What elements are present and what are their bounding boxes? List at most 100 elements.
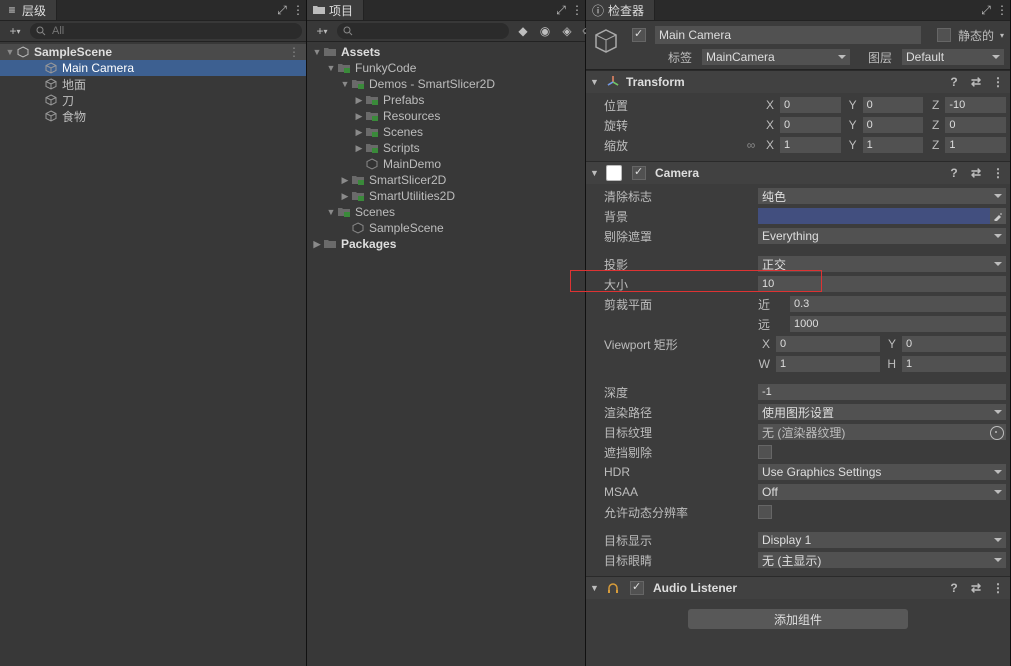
hdr-dropdown[interactable]: Use Graphics Settings: [758, 464, 1006, 480]
project-item[interactable]: ▼Assets: [307, 44, 585, 60]
inspector-menu-icon[interactable]: ⋮: [994, 0, 1010, 20]
camera-enabled-checkbox[interactable]: [632, 166, 646, 180]
hierarchy-scene-row[interactable]: ▼SampleScene⋮: [0, 44, 306, 60]
transform-header[interactable]: ▼ Transform ? ⇄ ⋮: [586, 71, 1010, 93]
size-field[interactable]: [758, 276, 1006, 292]
project-filter-favorite-icon[interactable]: ◆: [513, 23, 533, 39]
project-item[interactable]: ▶SmartSlicer2D: [307, 172, 585, 188]
audio-listener-header[interactable]: ▼ Audio Listener ? ⇄ ⋮: [586, 577, 1010, 599]
component-menu-icon[interactable]: ⋮: [990, 74, 1006, 90]
clear-flags-dropdown[interactable]: 纯色: [758, 188, 1006, 204]
gameobject-icon[interactable]: [590, 25, 622, 57]
hierarchy-add-button[interactable]: +▾: [4, 23, 26, 39]
depth-label: 深度: [590, 384, 754, 401]
chevron-down-icon: ▼: [590, 583, 600, 593]
scene-menu-icon[interactable]: ⋮: [288, 45, 300, 59]
transform-x-field[interactable]: [780, 97, 841, 113]
hierarchy-lock-icon[interactable]: ⤢: [274, 0, 290, 20]
camera-header[interactable]: ▼ Camera ? ⇄ ⋮: [586, 162, 1010, 184]
color-picker-icon[interactable]: [990, 208, 1006, 224]
dynamic-resolution-checkbox[interactable]: [758, 505, 772, 519]
project-item[interactable]: ▼Demos - SmartSlicer2D: [307, 76, 585, 92]
hierarchy-item[interactable]: 地面: [0, 76, 306, 92]
transform-y-field[interactable]: [863, 137, 924, 153]
project-item[interactable]: ▶Scripts: [307, 140, 585, 156]
project-filter-type-icon[interactable]: ◉: [535, 23, 555, 39]
transform-y-field[interactable]: [863, 117, 924, 133]
target-eye-dropdown[interactable]: 无 (主显示): [758, 552, 1006, 568]
hierarchy-item[interactable]: Main Camera: [0, 60, 306, 76]
folder-icon: [365, 141, 379, 155]
occlusion-culling-checkbox[interactable]: [758, 445, 772, 459]
depth-field[interactable]: [758, 384, 1006, 400]
help-icon[interactable]: ?: [946, 165, 962, 181]
hierarchy-menu-icon[interactable]: ⋮: [290, 0, 306, 20]
transform-z-field[interactable]: [945, 97, 1006, 113]
viewport-x-field[interactable]: [776, 336, 880, 352]
headphones-icon: [606, 581, 620, 595]
culling-mask-dropdown[interactable]: Everything: [758, 228, 1006, 244]
project-item[interactable]: ▼Scenes: [307, 204, 585, 220]
target-display-dropdown[interactable]: Display 1: [758, 532, 1006, 548]
layer-dropdown[interactable]: Default: [902, 49, 1004, 65]
folder-icon: [365, 125, 379, 139]
rendering-path-dropdown[interactable]: 使用图形设置: [758, 404, 1006, 420]
project-search[interactable]: [337, 23, 509, 39]
preset-icon[interactable]: ⇄: [968, 580, 984, 596]
project-add-button[interactable]: +▾: [311, 23, 333, 39]
project-search-input[interactable]: [357, 24, 503, 38]
tag-dropdown[interactable]: MainCamera: [702, 49, 850, 65]
component-menu-icon[interactable]: ⋮: [990, 165, 1006, 181]
project-tab[interactable]: 项目: [307, 0, 364, 20]
inspector-tab[interactable]: ⓘ 检查器: [586, 0, 655, 20]
transform-x-field[interactable]: [780, 137, 841, 153]
folder-icon: [351, 189, 365, 203]
viewport-w-field[interactable]: [776, 356, 880, 372]
transform-y-field[interactable]: [863, 97, 924, 113]
help-icon[interactable]: ?: [946, 580, 962, 596]
transform-x-field[interactable]: [780, 117, 841, 133]
far-field[interactable]: [790, 316, 1006, 332]
hierarchy-search[interactable]: [30, 23, 302, 39]
help-icon[interactable]: ?: [946, 74, 962, 90]
hierarchy-item[interactable]: 刀: [0, 92, 306, 108]
project-item[interactable]: ▼FunkyCode: [307, 60, 585, 76]
viewport-y-field[interactable]: [902, 336, 1006, 352]
project-lock-icon[interactable]: ⤢: [553, 0, 569, 20]
viewport-h-field[interactable]: [902, 356, 1006, 372]
transform-row-label: 位置: [590, 97, 740, 114]
gameobject-enabled-checkbox[interactable]: [632, 28, 646, 42]
near-field[interactable]: [790, 296, 1006, 312]
background-color-field[interactable]: [758, 208, 1006, 224]
hierarchy-tab[interactable]: ≡ 层级: [0, 0, 57, 20]
folder-icon: [313, 4, 325, 16]
project-item[interactable]: ▶Resources: [307, 108, 585, 124]
add-component-button[interactable]: 添加组件: [688, 609, 908, 629]
preset-icon[interactable]: ⇄: [968, 74, 984, 90]
project-item[interactable]: ▶Packages: [307, 236, 585, 252]
project-menu-icon[interactable]: ⋮: [569, 0, 585, 20]
static-checkbox[interactable]: [937, 28, 951, 42]
project-item[interactable]: SampleScene: [307, 220, 585, 236]
project-item[interactable]: ▶Scenes: [307, 124, 585, 140]
gameobject-name-field[interactable]: [655, 26, 921, 44]
inspector-lock-icon[interactable]: ⤢: [978, 0, 994, 20]
project-item[interactable]: ▶Prefabs: [307, 92, 585, 108]
project-filter-label-icon[interactable]: ◈: [557, 23, 577, 39]
transform-z-field[interactable]: [945, 137, 1006, 153]
project-item[interactable]: MainDemo: [307, 156, 585, 172]
transform-z-field[interactable]: [945, 117, 1006, 133]
component-menu-icon[interactable]: ⋮: [990, 580, 1006, 596]
static-dropdown-icon[interactable]: ▾: [998, 31, 1004, 40]
object-picker-icon[interactable]: [990, 426, 1004, 440]
hierarchy-item[interactable]: 食物: [0, 108, 306, 124]
hierarchy-search-input[interactable]: [50, 24, 296, 38]
projection-dropdown[interactable]: 正交: [758, 256, 1006, 272]
audio-listener-enabled-checkbox[interactable]: [630, 581, 644, 595]
project-item[interactable]: ▶SmartUtilities2D: [307, 188, 585, 204]
link-icon[interactable]: ∞: [744, 138, 758, 152]
chevron-down-icon: ▼: [590, 168, 600, 178]
preset-icon[interactable]: ⇄: [968, 165, 984, 181]
msaa-dropdown[interactable]: Off: [758, 484, 1006, 500]
target-texture-field[interactable]: 无 (渲染器纹理): [758, 424, 1006, 440]
